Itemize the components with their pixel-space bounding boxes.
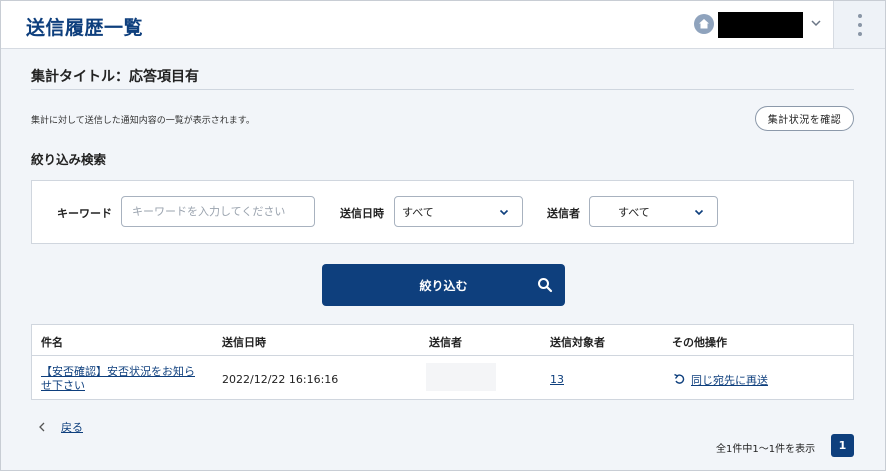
col-recipients: 送信対象者 [550,336,605,349]
date-label: 送信日時 [340,207,384,220]
chevron-left-icon [39,422,45,432]
pagination-info: 全1件中1～1件を表示 [716,444,816,455]
date-select-value: すべて [402,205,434,219]
col-sender: 送信者 [429,336,462,349]
subject-line-2: せ下さい [41,379,85,392]
recipients-link[interactable]: 13 [550,373,564,386]
sender-select-value: すべて [618,205,650,219]
resend-action[interactable]: 同じ宛先に再送 [673,372,768,388]
app-header: 送信履歴一覧 [1,1,885,49]
resend-link: 同じ宛先に再送 [691,374,768,387]
kebab-menu-icon [857,13,863,36]
divider [31,89,854,90]
filter-submit-button[interactable]: 絞り込む [322,264,565,306]
sent-at-cell: 2022/12/22 16:16:16 [222,373,339,386]
page-title: 送信履歴一覧 [26,17,144,39]
col-subject: 件名 [41,336,63,349]
history-table: 件名 送信日時 送信者 送信対象者 その他操作 【安否確認】安否状況をお知ら せ… [31,324,854,400]
kebab-menu-button[interactable] [833,1,885,48]
filter-title: 絞り込み検索 [31,152,107,167]
subject-line-1: 【安否確認】安否状況をお知ら [41,365,195,378]
sender-label: 送信者 [547,207,580,220]
user-name-redacted[interactable] [718,12,803,38]
summary-description: 集計に対して送信した通知内容の一覧が表示されます。 [31,116,255,126]
chevron-down-icon[interactable] [809,16,823,30]
keyword-input[interactable] [121,196,315,227]
keyword-label: キーワード [57,207,112,220]
search-icon [538,278,553,293]
summary-title: 集計タイトル：応答項目有 [31,69,199,85]
back-link[interactable]: 戻る [37,419,83,435]
sender-cell-redacted [426,363,496,391]
filter-panel: キーワード 送信日時 すべて 送信者 すべて [31,180,854,244]
date-select[interactable]: すべて [394,196,523,227]
home-icon[interactable] [694,14,714,34]
table-header: 件名 送信日時 送信者 送信対象者 その他操作 [32,325,853,356]
sender-select[interactable]: すべて [589,196,718,227]
chevron-down-icon [499,209,509,216]
page-button-1[interactable]: 1 [831,434,854,457]
chevron-down-icon [694,209,704,216]
col-sent-at: 送信日時 [222,336,266,349]
back-label: 戻る [61,421,83,434]
check-status-button[interactable]: 集計状況を確認 [755,106,854,131]
subject-link[interactable]: 【安否確認】安否状況をお知ら せ下さい [41,365,195,393]
col-actions: その他操作 [672,336,727,349]
filter-submit-label: 絞り込む [419,278,468,293]
resend-icon [674,373,685,384]
